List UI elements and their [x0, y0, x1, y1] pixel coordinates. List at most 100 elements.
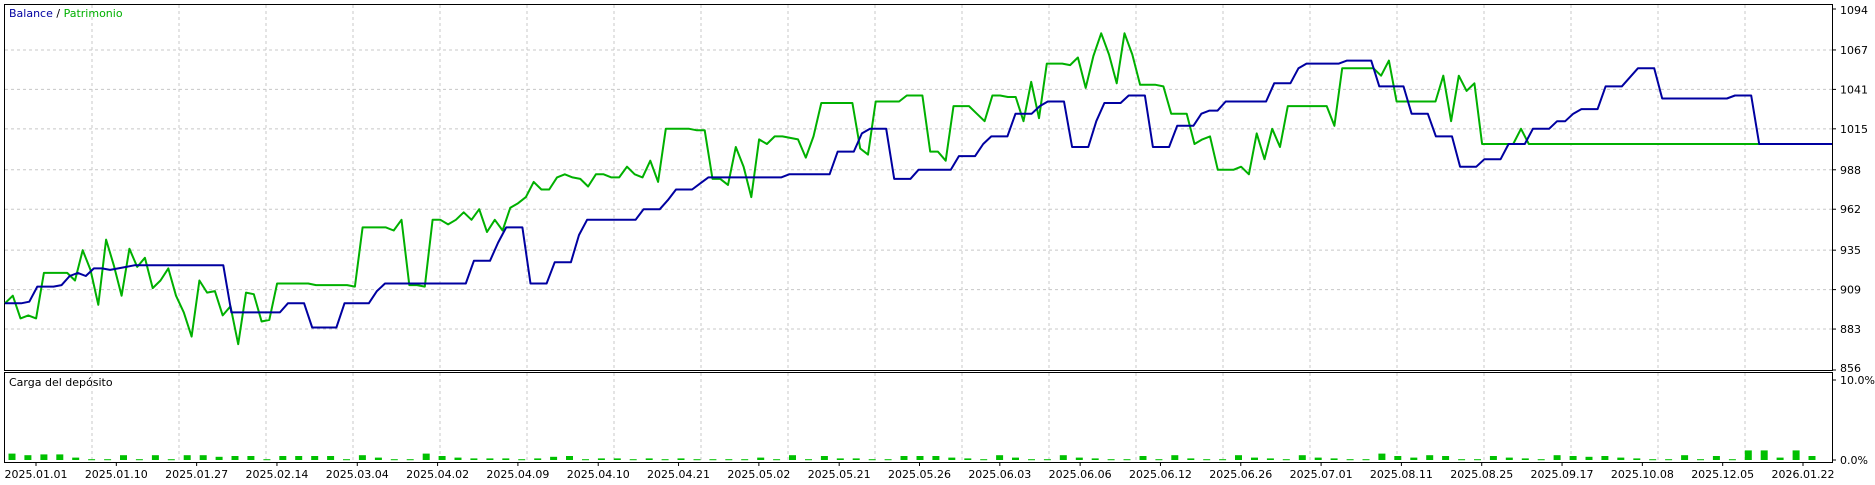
deposit-bar	[534, 458, 542, 460]
deposit-bar	[1012, 457, 1019, 460]
deposit-bar	[1617, 457, 1625, 460]
deposit-bar	[279, 456, 287, 460]
deposit-bar	[1203, 459, 1211, 461]
deposit-bar	[884, 459, 892, 461]
x-tick-label: 2025.03.04	[326, 468, 389, 481]
deposit-bar	[327, 456, 335, 460]
main-panel-frame	[4, 4, 1833, 371]
x-tick-label: 2025.06.12	[1129, 468, 1192, 481]
legend-separator: /	[53, 7, 64, 20]
deposit-bar	[422, 453, 430, 460]
deposit-bar	[1505, 457, 1513, 460]
deposit-bar	[24, 455, 32, 460]
deposit-bar	[183, 455, 191, 460]
y-tick-label: 1067	[1840, 44, 1868, 57]
deposit-bar	[1394, 456, 1402, 460]
deposit-bar	[741, 459, 749, 461]
deposit-bar	[1043, 459, 1051, 461]
deposit-bar	[1553, 455, 1561, 460]
deposit-bar	[1155, 459, 1163, 461]
deposit-bar	[773, 459, 781, 461]
x-tick-label: 2025.05.26	[888, 468, 951, 481]
deposit-bar	[550, 456, 558, 460]
deposit-bar	[1585, 456, 1593, 460]
deposit-bar	[1235, 455, 1242, 460]
deposit-bar	[789, 455, 796, 460]
deposit-bar	[1282, 459, 1290, 461]
deposit-bar	[1776, 457, 1784, 460]
x-tick-label: 2025.01.01	[5, 468, 68, 481]
deposit-bar	[1601, 456, 1609, 460]
deposit-bar	[454, 457, 462, 460]
y-tick-label: 1041	[1840, 83, 1868, 96]
deposit-bar	[1474, 459, 1481, 461]
deposit-bar	[1569, 456, 1577, 460]
x-tick-label: 2025.10.08	[1611, 468, 1674, 481]
y-tick-label: 1015	[1840, 123, 1868, 136]
x-tick-label: 2025.02.14	[245, 468, 308, 481]
deposit-bar	[1314, 457, 1322, 460]
y-tick-label: 935	[1840, 244, 1861, 257]
deposit-bar	[1346, 459, 1354, 461]
deposit-bar	[1681, 455, 1689, 460]
deposit-bar	[1378, 453, 1386, 460]
deposit-bar	[1187, 458, 1195, 460]
deposit-bar	[1649, 459, 1657, 461]
deposit-bar	[1744, 450, 1752, 460]
main-y-axis: 1094106710411015988962935909883856	[1832, 4, 1868, 375]
y-tick-label: 988	[1840, 164, 1861, 177]
deposit-bar	[677, 458, 685, 460]
deposit-bar	[486, 458, 494, 460]
x-tick-label: 2026.01.22	[1772, 468, 1835, 481]
deposit-bar	[1442, 456, 1450, 460]
deposit-bar	[438, 456, 446, 460]
deposit-bar	[40, 454, 48, 460]
deposit-bar	[1808, 456, 1816, 460]
legend-balance-label: Balance	[9, 7, 53, 20]
deposit-bar	[566, 456, 573, 460]
deposit-bar	[1410, 457, 1418, 460]
deposit-bar	[167, 459, 175, 461]
deposit-bar	[709, 459, 717, 461]
deposit-bar	[1633, 458, 1641, 460]
deposit-bar	[693, 459, 701, 461]
legend-equity-label: Patrimonio	[64, 7, 123, 20]
deposit-bar	[1075, 457, 1083, 460]
deposit-bar	[120, 455, 127, 460]
deposit-bar	[518, 459, 526, 461]
deposit-bar	[135, 459, 143, 461]
y-tick-label: 962	[1840, 203, 1861, 216]
deposit-bar	[1219, 459, 1227, 461]
chart-root: 1094 1067 1041 1015 988 962 935 909 883 856 10.0%…	[0, 0, 1875, 481]
deposit-bar	[948, 457, 956, 460]
deposit-bar	[645, 458, 653, 460]
deposit-bar	[1266, 458, 1274, 460]
deposit-bar	[295, 456, 303, 460]
equity-chart: 1094106710411015988962935909883856 10.0%…	[4, 4, 1875, 481]
deposit-bar	[151, 455, 159, 460]
deposit-bar	[1537, 459, 1545, 461]
deposit-bar	[56, 454, 64, 460]
deposit-bar	[8, 453, 16, 460]
deposit-bar	[502, 458, 510, 460]
deposit-bar	[1107, 459, 1115, 461]
deposit-bar	[597, 458, 605, 460]
deposit-bar	[311, 456, 319, 460]
deposit-bar	[1712, 456, 1720, 460]
deposit-bar	[88, 459, 96, 461]
deposit-bar	[72, 457, 80, 460]
legend: Balance / Patrimonio	[9, 7, 123, 20]
deposit-bar	[1251, 457, 1258, 460]
deposit-bar	[1521, 458, 1529, 460]
deposit-bar	[247, 456, 255, 460]
deposit-bar	[1728, 459, 1736, 461]
deposit-bar	[820, 456, 828, 460]
deposit-bar	[661, 459, 669, 461]
deposit-bar	[757, 457, 765, 460]
deposit-bar	[932, 456, 940, 460]
x-tick-label: 2025.08.11	[1370, 468, 1433, 481]
deposit-bar	[1760, 450, 1768, 460]
x-tick-label: 2025.05.02	[727, 468, 790, 481]
deposit-bar	[916, 456, 924, 460]
deposit-y-tick-label: 10.0%	[1840, 374, 1875, 387]
